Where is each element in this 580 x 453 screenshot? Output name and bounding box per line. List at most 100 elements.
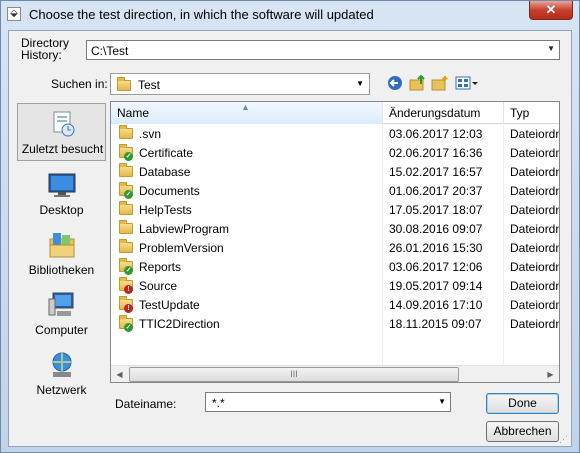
folder-icon bbox=[119, 220, 133, 234]
horizontal-scrollbar[interactable]: ◀ III ▶ bbox=[111, 365, 559, 382]
file-type: Dateiordn bbox=[510, 222, 560, 236]
scroll-left-icon[interactable]: ◀ bbox=[111, 366, 128, 382]
cancel-button[interactable]: Abbrechen bbox=[486, 421, 559, 442]
lookin-combo[interactable]: Test ▼ bbox=[110, 73, 370, 95]
scroll-thumb[interactable]: III bbox=[129, 367, 459, 382]
chevron-down-icon[interactable]: ▼ bbox=[547, 44, 555, 53]
file-type: Dateiordn bbox=[510, 203, 560, 217]
computer-icon bbox=[47, 291, 77, 319]
history-value: C:\Test bbox=[91, 44, 129, 58]
place-label: Netzwerk bbox=[36, 383, 87, 397]
scroll-right-icon[interactable]: ▶ bbox=[542, 366, 559, 382]
svn-ok-badge-icon: ✓ bbox=[124, 190, 133, 199]
file-date: 14.09.2016 17:10 bbox=[389, 298, 483, 312]
network-icon bbox=[47, 351, 77, 379]
folder-icon bbox=[117, 77, 131, 91]
file-type: Dateiordn bbox=[510, 260, 560, 274]
folder-icon bbox=[119, 201, 133, 215]
place-libraries[interactable]: Bibliotheken bbox=[17, 225, 106, 283]
new-folder-icon[interactable] bbox=[431, 75, 449, 93]
place-label: Desktop bbox=[39, 203, 84, 217]
list-header: ▲ Name Änderungsdatum Typ bbox=[111, 102, 559, 124]
filename-value: *.* bbox=[212, 396, 225, 410]
done-button[interactable]: Done bbox=[486, 393, 559, 414]
file-name: Certificate bbox=[139, 146, 194, 160]
table-row[interactable]: ! TestUpdate 14.09.2016 17:10 Dateiordn bbox=[111, 295, 560, 314]
table-row[interactable]: ✓ Reports 03.06.2017 12:06 Dateiordn bbox=[111, 257, 560, 276]
resize-grip-icon[interactable]: ⋰ bbox=[559, 434, 569, 444]
libraries-icon bbox=[47, 231, 77, 259]
lookin-label: Suchen in: bbox=[51, 77, 108, 91]
history-label-line2: History: bbox=[21, 48, 62, 62]
app-icon: ⬙ bbox=[7, 7, 21, 21]
column-label: Name bbox=[117, 106, 150, 120]
place-label: Computer bbox=[35, 323, 88, 337]
table-row[interactable]: ProblemVersion 26.01.2016 15:30 Dateiordn bbox=[111, 238, 560, 257]
title-bar[interactable]: ⬙ Choose the test direction, in which th… bbox=[1, 1, 579, 29]
table-row[interactable]: .svn 03.06.2017 12:03 Dateiordn bbox=[111, 124, 560, 143]
table-row[interactable]: ✓ TTIC2Direction 18.11.2015 09:07 Dateiordn bbox=[111, 314, 560, 333]
recent-places-icon bbox=[48, 110, 78, 138]
file-name: Reports bbox=[139, 260, 182, 274]
place-label: Bibliotheken bbox=[28, 263, 95, 277]
place-desktop[interactable]: Desktop bbox=[17, 165, 106, 223]
place-computer[interactable]: Computer bbox=[17, 285, 106, 343]
filename-input[interactable]: *.* ▼ bbox=[205, 392, 451, 412]
table-row[interactable]: ✓ Documents 01.06.2017 20:37 Dateiordn bbox=[111, 181, 560, 200]
table-row[interactable]: Database 15.02.2017 16:57 Dateiordn bbox=[111, 162, 559, 181]
column-header-type[interactable]: Typ bbox=[504, 102, 559, 124]
file-type: Dateiordn bbox=[510, 298, 560, 312]
svn-modified-badge-icon: ! bbox=[124, 304, 133, 313]
column-header-name[interactable]: ▲ Name bbox=[111, 102, 383, 124]
history-label: Directory History: bbox=[21, 37, 69, 61]
file-date: 19.05.2017 09:14 bbox=[389, 279, 483, 293]
file-name: .svn bbox=[139, 127, 162, 141]
lookin-value: Test bbox=[138, 78, 161, 92]
file-date: 30.08.2016 09:07 bbox=[389, 222, 483, 236]
file-name: Source bbox=[139, 279, 178, 293]
file-name: TTIC2Direction bbox=[139, 317, 220, 331]
file-type: Dateiordn bbox=[510, 241, 560, 255]
place-network[interactable]: Netzwerk bbox=[17, 345, 106, 403]
file-name: LabviewProgram bbox=[139, 222, 230, 236]
column-label: Änderungsdatum bbox=[389, 106, 481, 120]
dialog-window: ⬙ Choose the test direction, in which th… bbox=[0, 0, 580, 453]
table-row[interactable]: LabviewProgram 30.08.2016 09:07 Dateiordn bbox=[111, 219, 560, 238]
file-name: TestUpdate bbox=[139, 298, 200, 312]
history-combo[interactable]: C:\Test ▼ bbox=[86, 40, 560, 60]
up-folder-icon[interactable] bbox=[409, 74, 427, 93]
file-date: 18.11.2015 09:07 bbox=[389, 317, 482, 331]
desktop-icon bbox=[47, 171, 77, 199]
file-date: 26.01.2016 15:30 bbox=[389, 241, 483, 255]
places-bar: Zuletzt besucht Desktop Bibliotheken Com… bbox=[17, 103, 106, 435]
file-name: Database bbox=[139, 165, 191, 179]
file-type: Dateiordn bbox=[510, 184, 560, 198]
folder-icon bbox=[119, 125, 133, 139]
svn-ok-badge-icon: ✓ bbox=[124, 152, 133, 161]
place-label: Zuletzt besucht bbox=[21, 142, 104, 156]
folder-icon bbox=[119, 163, 133, 177]
file-type: Dateiordn bbox=[510, 279, 560, 293]
file-date: 02.06.2017 16:36 bbox=[389, 146, 483, 160]
table-row[interactable]: ! Source 19.05.2017 09:14 Dateiordn bbox=[111, 276, 560, 295]
dialog-client: Directory History: C:\Test ▼ Suchen in: … bbox=[8, 30, 572, 447]
svn-ok-badge-icon: ✓ bbox=[124, 323, 133, 332]
svn-modified-badge-icon: ! bbox=[124, 285, 133, 294]
file-list[interactable]: ▲ Name Änderungsdatum Typ .svn 03.06.2017… bbox=[110, 101, 560, 383]
file-date: 17.05.2017 18:07 bbox=[389, 203, 483, 217]
file-type: Dateiordn bbox=[510, 127, 560, 141]
chevron-down-icon[interactable]: ▼ bbox=[356, 79, 364, 88]
table-row[interactable]: HelpTests 17.05.2017 18:07 Dateiordn bbox=[111, 200, 560, 219]
file-date: 15.02.2017 16:57 bbox=[389, 165, 483, 179]
file-type: Dateiordn bbox=[510, 317, 560, 331]
column-label: Typ bbox=[510, 106, 530, 120]
view-menu-icon[interactable] bbox=[454, 75, 480, 93]
back-arrow-icon[interactable] bbox=[386, 75, 404, 93]
place-recent[interactable]: Zuletzt besucht bbox=[17, 103, 106, 161]
table-row[interactable]: ✓ Certificate 02.06.2017 16:36 Dateiordn bbox=[111, 143, 560, 162]
close-button[interactable]: ✕ bbox=[529, 1, 573, 20]
file-name: Documents bbox=[139, 184, 200, 198]
column-header-date[interactable]: Änderungsdatum bbox=[383, 102, 504, 124]
chevron-down-icon[interactable]: ▼ bbox=[438, 397, 446, 406]
file-type: Dateiordn bbox=[510, 146, 560, 160]
